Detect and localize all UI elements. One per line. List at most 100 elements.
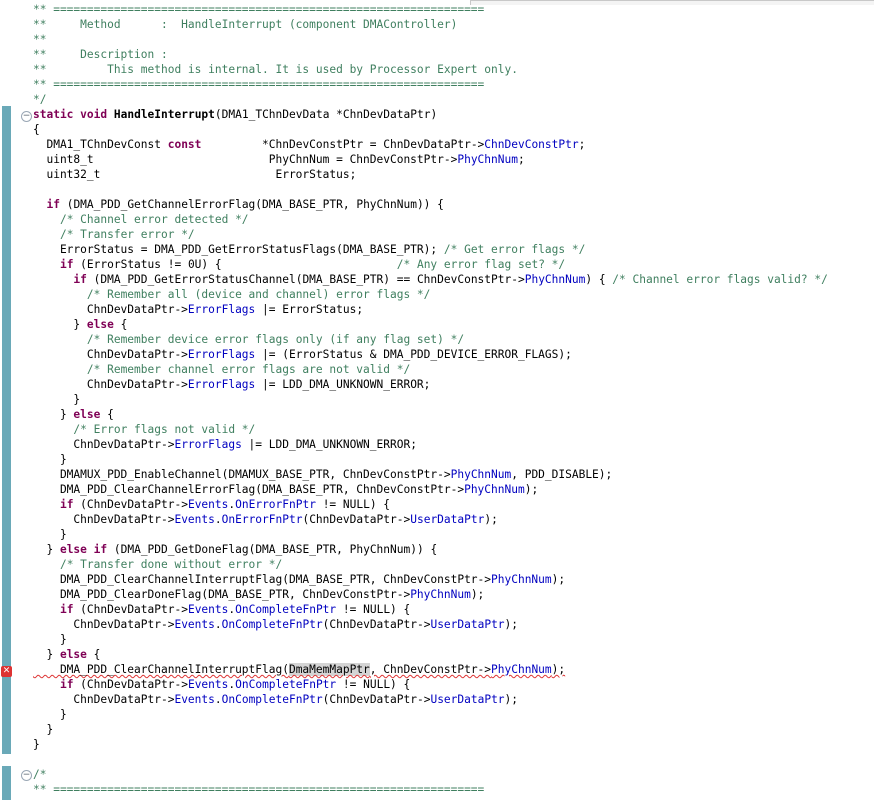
code-token: (ChnDevDataPtr-> xyxy=(302,513,411,526)
code-token: (ChnDevDataPtr-> xyxy=(73,678,188,691)
code-token: ) { xyxy=(585,273,613,286)
code-line[interactable]: DMA1_TChnDevConst const *ChnDevConstPtr … xyxy=(33,137,828,152)
code-line[interactable]: } xyxy=(33,527,828,542)
code-token: HandleInterrupt xyxy=(113,108,215,121)
code-token: , ChnDevConstPtr-> xyxy=(369,663,492,676)
code-token: } xyxy=(33,318,87,331)
code-token: if xyxy=(59,498,74,511)
code-token: if xyxy=(73,273,87,286)
code-token: |= (ErrorStatus & DMA_PDD_DEVICE_ERROR_F… xyxy=(255,348,572,361)
code-token: uint8_t PhyChnNum = ChnDevConstPtr-> xyxy=(33,153,458,166)
code-token: ChnDevDataPtr-> xyxy=(33,693,175,706)
code-line[interactable]: } else { xyxy=(33,407,828,422)
code-token: *ChnDevConstPtr = ChnDevDataPtr-> xyxy=(201,138,485,151)
code-token: (DMA_PDD_GetErrorStatusChannel(DMA_BASE_… xyxy=(86,273,525,286)
fold-toggle-icon[interactable]: − xyxy=(21,111,32,122)
code-token: } xyxy=(33,708,67,721)
code-line[interactable]: /* Error flags not valid */ xyxy=(33,422,828,437)
code-line[interactable]: /* Remember all (device and channel) err… xyxy=(33,287,828,302)
change-marker-bar[interactable] xyxy=(2,106,11,754)
code-line[interactable]: ** =====================================… xyxy=(33,77,828,92)
code-line[interactable]: ChnDevDataPtr->Events.OnCompleteFnPtr(Ch… xyxy=(33,692,828,707)
code-token: ChnDevDataPtr-> xyxy=(33,513,175,526)
code-line[interactable]: ** =====================================… xyxy=(33,2,828,17)
code-token: ErrorStatus = DMA_PDD_GetErrorStatusFlag… xyxy=(33,243,444,256)
code-token: . xyxy=(214,618,222,631)
code-line[interactable]: ChnDevDataPtr->ErrorFlags |= ErrorStatus… xyxy=(33,302,828,317)
code-line[interactable]: DMAMUX_PDD_EnableChannel(DMAMUX_BASE_PTR… xyxy=(33,467,828,482)
code-line[interactable]: ** Method : HandleInterrupt (component D… xyxy=(33,17,828,32)
code-line[interactable]: ChnDevDataPtr->ErrorFlags |= LDD_DMA_UNK… xyxy=(33,437,828,452)
code-line[interactable]: } xyxy=(33,452,828,467)
code-token: Events xyxy=(174,693,215,706)
code-token: Events xyxy=(174,513,215,526)
code-line[interactable]: ChnDevDataPtr->ErrorFlags |= (ErrorStatu… xyxy=(33,347,828,362)
code-token: ErrorFlags xyxy=(174,438,242,451)
code-token: /* Any error flag set? */ xyxy=(396,258,566,271)
change-marker-bar-bottom[interactable] xyxy=(2,766,11,800)
code-line[interactable]: /* Transfer error */ xyxy=(33,227,828,242)
error-marker-icon[interactable]: ✕ xyxy=(1,666,12,677)
code-token: Events xyxy=(187,603,229,616)
code-token: UserDataPtr xyxy=(430,618,505,631)
code-line[interactable]: DMA_PDD_ClearChannelErrorFlag(DMA_BASE_P… xyxy=(33,482,828,497)
code-line[interactable]: /* Remember channel error flags are not … xyxy=(33,362,828,377)
code-line[interactable]: if (ChnDevDataPtr->Events.OnErrorFnPtr !… xyxy=(33,497,828,512)
code-token: ChnDevDataPtr-> xyxy=(33,303,188,316)
code-line[interactable]: } xyxy=(33,707,828,722)
code-token: ; xyxy=(517,153,525,166)
code-line[interactable]: if (DMA_PDD_GetErrorStatusChannel(DMA_BA… xyxy=(33,272,827,287)
code-line[interactable]: /* Remember device error flags only (if … xyxy=(33,332,828,347)
code-line[interactable]: ErrorStatus = DMA_PDD_GetErrorStatusFlag… xyxy=(33,242,828,257)
code-editor[interactable]: ** =====================================… xyxy=(33,2,828,797)
code-line[interactable]: ChnDevDataPtr->ErrorFlags |= LDD_DMA_UNK… xyxy=(33,377,828,392)
code-line[interactable]: if (ErrorStatus != 0U) { /* Any error fl… xyxy=(33,257,828,272)
code-token: OnErrorFnPtr xyxy=(235,498,316,511)
code-line[interactable]: ** xyxy=(33,32,828,47)
code-line[interactable]: } else if (DMA_PDD_GetDoneFlag(DMA_BASE_… xyxy=(33,542,828,557)
code-line[interactable]: */ xyxy=(33,92,828,107)
code-token: /* Remember all (device and channel) err… xyxy=(86,288,431,301)
code-line[interactable]: } xyxy=(33,737,828,752)
code-line[interactable]: } xyxy=(33,722,828,737)
code-token: PhyChnNum xyxy=(410,588,471,601)
code-line[interactable]: } xyxy=(33,392,828,407)
code-line[interactable]: DMA_PDD_ClearDoneFlag(DMA_BASE_PTR, ChnD… xyxy=(33,587,828,602)
code-line[interactable] xyxy=(33,182,828,197)
code-line[interactable]: ** Description : xyxy=(33,47,828,62)
code-line[interactable]: if (DMA_PDD_GetChannelErrorFlag(DMA_BASE… xyxy=(33,197,828,212)
code-line[interactable]: if (ChnDevDataPtr->Events.OnCompleteFnPt… xyxy=(33,602,828,617)
code-line[interactable]: /* Transfer done without error */ xyxy=(33,557,828,572)
code-token: != NULL) { xyxy=(336,678,411,691)
code-token: } xyxy=(33,648,60,661)
code-line[interactable]: ** =====================================… xyxy=(33,782,828,797)
code-line[interactable]: DMA_PDD_ClearChannelInterruptFlag(DMA_BA… xyxy=(33,572,828,587)
code-line[interactable] xyxy=(33,752,828,767)
code-line[interactable]: } else { xyxy=(33,317,828,332)
code-token: ** xyxy=(33,33,47,46)
code-line[interactable]: { xyxy=(33,122,828,137)
code-token: ** =====================================… xyxy=(33,3,485,16)
code-line[interactable]: static void HandleInterrupt(DMA1_TChnDev… xyxy=(33,107,828,122)
code-line[interactable]: /* xyxy=(33,767,828,782)
code-line[interactable]: uint8_t PhyChnNum = ChnDevConstPtr->PhyC… xyxy=(33,152,828,167)
code-token: ChnDevDataPtr-> xyxy=(33,348,188,361)
code-line[interactable]: DMA_PDD_ClearChannelInterruptFlag(DmaMem… xyxy=(33,662,828,677)
code-line[interactable]: ChnDevDataPtr->Events.OnErrorFnPtr(ChnDe… xyxy=(33,512,828,527)
code-line[interactable]: } xyxy=(33,632,828,647)
code-line[interactable]: if (ChnDevDataPtr->Events.OnCompleteFnPt… xyxy=(33,677,828,692)
code-token: (ChnDevDataPtr-> xyxy=(322,618,431,631)
code-line[interactable]: ChnDevDataPtr->Events.OnCompleteFnPtr(Ch… xyxy=(33,617,828,632)
code-line[interactable]: /* Channel error detected */ xyxy=(33,212,828,227)
code-line[interactable]: } else { xyxy=(33,647,828,662)
code-line[interactable]: uint32_t ErrorStatus; xyxy=(33,167,828,182)
fold-toggle-icon-comment[interactable]: − xyxy=(21,770,32,781)
code-token: != NULL) { xyxy=(336,603,411,616)
code-line[interactable]: ** This method is internal. It is used b… xyxy=(33,62,828,77)
